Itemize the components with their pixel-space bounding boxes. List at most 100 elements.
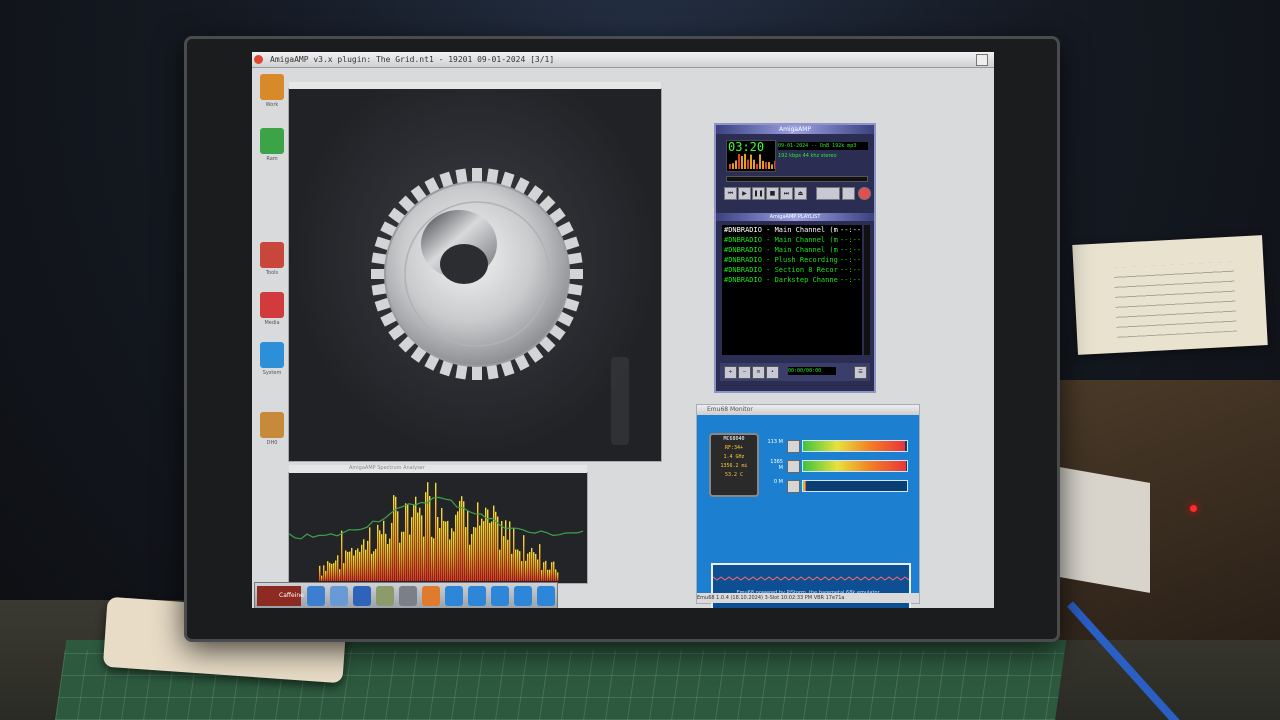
spectrum-bar <box>475 527 477 581</box>
spectrum-bar <box>391 522 393 581</box>
spectrum-bar <box>455 514 457 581</box>
spectrum-bar <box>557 572 559 581</box>
dock-audio-icon[interactable] <box>399 586 417 606</box>
dock-prefs-icon[interactable] <box>307 586 325 606</box>
close-gadget-icon[interactable] <box>254 55 263 64</box>
spectrum-bar <box>451 528 453 581</box>
spectrum-bar <box>379 530 381 581</box>
playlist-item[interactable]: #DNBRADIO - Darkstep Channe --:-- <box>722 275 862 285</box>
usage-meter: 0 M <box>765 479 910 493</box>
launcher-label: Caffeine <box>279 592 304 599</box>
visualizer-bar <box>738 153 740 169</box>
spectrum-window[interactable]: AmigaAMP Spectrum Analyser <box>288 465 588 584</box>
next-button[interactable]: ⏭ <box>780 187 793 200</box>
playlist-item[interactable]: #DNBRADIO - Main Channel (m --:-- <box>722 235 862 245</box>
spectrum-bar <box>423 536 425 581</box>
spectrum-bar <box>397 511 399 581</box>
meter-track <box>802 480 908 492</box>
spectrum-bar <box>389 538 391 581</box>
disk-icon[interactable]: DH0 <box>260 412 284 446</box>
spectrum-bar <box>369 527 371 581</box>
dock-disk3-icon[interactable] <box>491 586 509 606</box>
visualizer-bar <box>768 162 770 169</box>
tools-icon[interactable]: Tools <box>260 242 284 276</box>
remove-button[interactable]: − <box>738 366 751 379</box>
spectrum-bar <box>345 550 347 581</box>
visualizer-bar <box>747 159 749 169</box>
spectrum-bar <box>373 551 375 581</box>
caffeine-launcher[interactable]: Caffeine <box>257 586 304 606</box>
emu68-statusbar: Emu68 1.0.4 (18.10.2024) 3-Slot 10:02:33… <box>697 593 919 603</box>
playlist-item[interactable]: #DNBRADIO - Plush Recording --:-- <box>722 255 862 265</box>
playlist-item-duration: --:-- <box>840 266 862 274</box>
eject-button[interactable]: ⏏ <box>794 187 807 200</box>
playlist-item-title: #DNBRADIO - Section 8 Recor <box>724 266 838 274</box>
amiga-logo-icon[interactable] <box>858 187 871 200</box>
shuffle-button[interactable] <box>816 187 840 200</box>
dock-network-icon[interactable] <box>330 586 348 606</box>
amigaamp-titlebar[interactable]: AmigaAMP <box>716 125 874 134</box>
globe-icon[interactable]: Ram <box>260 128 284 162</box>
spectrum-bar <box>489 522 491 581</box>
spectrum-bar <box>407 504 409 581</box>
playlist-item[interactable]: #DNBRADIO - Section 8 Recor --:-- <box>722 265 862 275</box>
spectrum-bar <box>361 544 363 581</box>
gear-window-titlebar[interactable] <box>289 82 661 89</box>
spectrum-bar <box>445 521 447 581</box>
playlist[interactable]: #DNBRADIO - Main Channel (m --:-- #DNBRADI… <box>722 225 862 355</box>
depth-gadget-icon[interactable] <box>976 54 988 66</box>
desktop-icon-label: Media <box>264 320 280 326</box>
amigaamp-player[interactable]: AmigaAMP 03:20 09-01-2024 -- DnB 192k mp… <box>714 123 876 393</box>
spectrum-bar <box>357 548 359 581</box>
spectrum-bar <box>547 569 549 581</box>
playlist-scrollbar[interactable] <box>864 225 870 355</box>
spectrum-bar <box>371 553 373 581</box>
desktop-icons: Work Ram Tools Media System DH0 <box>256 72 288 472</box>
spectrum-bar <box>337 555 339 581</box>
dock-disk4-icon[interactable] <box>514 586 532 606</box>
spectrum-bar <box>413 504 415 581</box>
stop-button[interactable]: ■ <box>766 187 779 200</box>
spectrum-bar <box>505 520 507 581</box>
media-icon[interactable]: Media <box>260 292 284 326</box>
spectrum-bar <box>323 565 325 581</box>
dock-disk5-icon[interactable] <box>537 586 555 606</box>
list-button[interactable]: ☰ <box>854 366 867 379</box>
spectrum-bar <box>515 549 517 581</box>
spectrum-bar <box>517 549 519 581</box>
cpu-icon[interactable] <box>787 440 800 453</box>
usage-meter: 113 M <box>765 439 910 453</box>
misc-button[interactable]: • <box>766 366 779 379</box>
pause-button[interactable]: ❚❚ <box>752 187 765 200</box>
play-button[interactable]: ▶ <box>738 187 751 200</box>
visualizer-bar <box>732 163 734 169</box>
spectrum-window-titlebar[interactable]: AmigaAMP Spectrum Analyser <box>289 465 587 473</box>
playlist-item[interactable]: #DNBRADIO - Main Channel (m --:-- <box>722 225 862 235</box>
select-button[interactable]: ≡ <box>752 366 765 379</box>
seek-bar[interactable] <box>726 176 868 182</box>
drive-icon[interactable]: Work <box>260 74 284 108</box>
dock-disk2-icon[interactable] <box>468 586 486 606</box>
spectrum-bar <box>417 512 419 581</box>
mem-icon[interactable] <box>787 460 800 473</box>
spectrum-bar <box>339 569 341 581</box>
add-button[interactable]: + <box>724 366 737 379</box>
prev-button[interactable]: ⏮ <box>724 187 737 200</box>
spectrum-bar <box>465 527 467 581</box>
dock-disk-icon[interactable] <box>445 586 463 606</box>
emu68-titlebar[interactable]: Emu68 Monitor <box>697 405 919 415</box>
dock-tools-icon[interactable] <box>376 586 394 606</box>
gear-window[interactable] <box>288 82 662 462</box>
spectrum-bar <box>539 544 541 581</box>
dock-browser-icon[interactable] <box>353 586 371 606</box>
playlist-item-title: #DNBRADIO - Main Channel (m <box>724 226 838 234</box>
emu68-monitor-window[interactable]: Emu68 Monitor MC68040 RF:34+ 1.4 GHz 135… <box>696 404 920 608</box>
folder-icon[interactable]: System <box>260 342 284 376</box>
repeat-button[interactable] <box>842 187 855 200</box>
spectrum-bar <box>535 553 537 581</box>
playlist-titlebar[interactable]: AmigaAMP PLAYLIST <box>716 213 874 221</box>
playlist-item[interactable]: #DNBRADIO - Main Channel (m --:-- <box>722 245 862 255</box>
jit-icon[interactable] <box>787 480 800 493</box>
dock-music-icon[interactable] <box>422 586 440 606</box>
spectrum-bar <box>509 521 511 581</box>
